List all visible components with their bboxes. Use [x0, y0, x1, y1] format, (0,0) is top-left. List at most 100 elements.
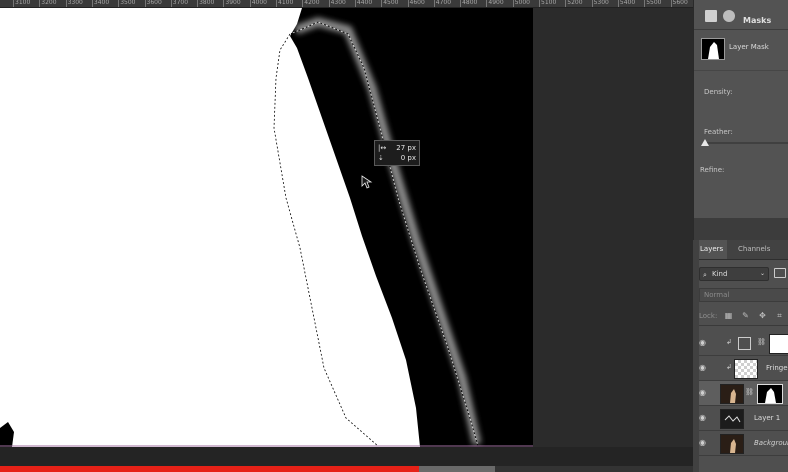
- ruler-tick: [407, 0, 409, 7]
- ruler-label: 4100: [278, 0, 294, 6]
- ruler-tick: [13, 0, 14, 7]
- ruler-label: 4400: [356, 0, 373, 6]
- ruler-tick: [65, 0, 67, 7]
- layer-row[interactable]: ◉ Background: [694, 431, 788, 456]
- horizontal-ruler: 3100 3200 3300 3400 3500 3600 3700 3800 3900 4000…: [0, 0, 693, 8]
- eye-icon[interactable]: ◉: [699, 438, 709, 448]
- measurement-tooltip: |↔ 27 px ⇣ 0 px: [374, 140, 420, 166]
- layer-mask-thumbnail[interactable]: [757, 384, 783, 404]
- eye-icon[interactable]: ◉: [699, 338, 709, 348]
- divider: [694, 325, 788, 326]
- ruler-tick: [670, 0, 672, 7]
- layers-tabs: Layers Channels: [694, 240, 788, 260]
- ruler-label: 3700: [172, 0, 189, 6]
- blend-mode-value: Normal: [704, 291, 730, 299]
- link-icon[interactable]: ⛓: [757, 338, 766, 346]
- layer-thumbnail: [720, 409, 744, 429]
- layers-panel: Layers Channels ⌕ Kind ⌄ Normal Lock: ▦ …: [694, 240, 788, 472]
- image-filter-icon[interactable]: [774, 268, 786, 278]
- ruler-label: 5300: [593, 0, 609, 6]
- pixel-mask-icon[interactable]: [705, 10, 717, 22]
- ruler-label: 4000: [251, 0, 267, 6]
- lock-label: Lock:: [699, 312, 718, 320]
- ruler-tick: [433, 0, 435, 7]
- pasteboard: [533, 8, 693, 447]
- ruler-tick: [118, 0, 120, 7]
- video-progress-bar[interactable]: [0, 466, 693, 472]
- ruler-label: 3900: [225, 0, 241, 6]
- lock-move-icon[interactable]: ✥: [758, 311, 767, 320]
- ruler-label: 3400: [93, 0, 110, 6]
- feather-slider-handle[interactable]: [701, 139, 709, 146]
- eye-icon[interactable]: ◉: [699, 413, 709, 423]
- ruler-label: 5400: [619, 0, 636, 6]
- ruler-label: 5100: [541, 0, 557, 6]
- ruler-tick: [460, 0, 462, 7]
- ruler-label: 5500: [646, 0, 662, 6]
- ruler-label: 4300: [330, 0, 346, 6]
- refine-label: Refine:: [700, 166, 725, 174]
- ruler-label: 3800: [199, 0, 215, 6]
- document-canvas[interactable]: [0, 8, 533, 447]
- divider: [694, 29, 788, 30]
- blend-mode-select[interactable]: Normal: [699, 288, 788, 302]
- ruler-label: 4700: [435, 0, 452, 6]
- filter-kind-value: Kind: [712, 270, 728, 278]
- ruler-label: 3100: [15, 0, 31, 6]
- right-panel: Masks Layer Mask Density: Feather: Refin…: [693, 0, 788, 472]
- layer-row[interactable]: ◉ ↲ ⛓: [694, 331, 788, 356]
- eye-icon[interactable]: ◉: [699, 388, 709, 398]
- ruler-tick: [565, 0, 567, 7]
- clip-arrow-icon: ↲: [726, 363, 732, 371]
- video-played-bar: [0, 466, 420, 472]
- link-icon[interactable]: ⛓: [745, 388, 754, 396]
- clip-arrow-icon: ↲: [726, 338, 732, 346]
- layer-thumbnail: [720, 434, 744, 454]
- layer-row[interactable]: ◉ ↲ Fringe: [694, 356, 788, 381]
- status-bar: [0, 447, 693, 467]
- ruler-tick: [91, 0, 93, 7]
- layer-mask-thumbnail[interactable]: [701, 38, 725, 60]
- search-icon: ⌕: [703, 271, 707, 279]
- ruler-tick: [512, 0, 514, 7]
- height-arrow-icon: ⇣: [378, 154, 384, 162]
- ruler-tick: [539, 0, 540, 7]
- tab-channels[interactable]: Channels: [734, 240, 774, 259]
- layer-row[interactable]: ◉ ⛓: [694, 381, 788, 406]
- layer-name: Background: [754, 439, 788, 447]
- eye-icon[interactable]: ◉: [699, 363, 709, 373]
- chevron-down-icon: ⌄: [759, 270, 765, 277]
- ruler-label: 4600: [409, 0, 425, 6]
- properties-title: Masks: [743, 16, 772, 25]
- vector-mask-icon[interactable]: [723, 10, 735, 22]
- ruler-label: 4900: [488, 0, 504, 6]
- density-label: Density:: [704, 88, 733, 96]
- ruler-label: 4800: [462, 0, 478, 6]
- ruler-tick: [381, 0, 383, 7]
- canvas-image: [0, 8, 533, 447]
- ruler-tick: [39, 0, 41, 7]
- panel-separator: [694, 218, 788, 240]
- ruler-label: 5000: [514, 0, 530, 6]
- divider: [694, 70, 788, 71]
- ruler-tick: [170, 0, 172, 7]
- ruler-tick: [328, 0, 330, 7]
- layer-name: Fringe: [766, 364, 788, 372]
- ruler-tick: [486, 0, 488, 7]
- ruler-tick: [223, 0, 225, 7]
- feather-slider[interactable]: [704, 142, 788, 144]
- ruler-label: 4500: [383, 0, 399, 6]
- lock-brush-icon[interactable]: ✎: [741, 311, 750, 320]
- layer-row[interactable]: ◉ Layer 1: [694, 406, 788, 431]
- ruler-label: 3500: [120, 0, 136, 6]
- lock-transparent-icon[interactable]: ▦: [724, 311, 733, 320]
- ruler-label: 3300: [67, 0, 83, 6]
- properties-panel: Masks Layer Mask Density: Feather: Refin…: [694, 0, 788, 218]
- tab-layers[interactable]: Layers: [696, 240, 728, 259]
- filter-kind-select[interactable]: ⌕ Kind ⌄: [699, 267, 769, 281]
- lock-artboard-icon[interactable]: ⌗: [775, 311, 784, 320]
- ruler-tick: [617, 0, 619, 7]
- panel-scrollbar[interactable]: [693, 240, 699, 472]
- ruler-label: 5600: [672, 0, 688, 6]
- width-arrow-icon: |↔: [378, 144, 387, 152]
